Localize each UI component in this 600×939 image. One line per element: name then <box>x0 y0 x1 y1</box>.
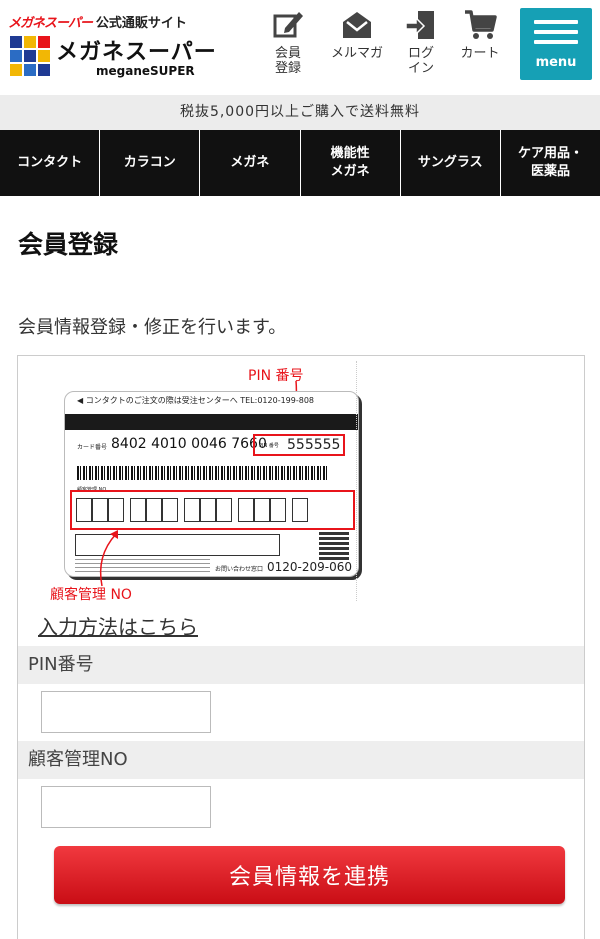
pin-label: PIN番号 <box>18 646 584 684</box>
category-care-medicine[interactable]: ケア用品・ 医薬品 <box>501 130 600 196</box>
customer-no-input[interactable] <box>41 786 211 828</box>
customer-no-label: 顧客管理NO <box>18 741 584 779</box>
category-sunglasses[interactable]: サングラス <box>401 130 501 196</box>
category-colorcon[interactable]: カラコン <box>100 130 201 196</box>
nav-mail-magazine[interactable]: メルマガ <box>322 8 392 86</box>
customer-no-arrow-icon <box>99 530 118 587</box>
logo-tagline: メガネスーパー 公式通販サイト <box>8 16 187 31</box>
link-member-info-button[interactable]: 会員情報を連携 <box>54 846 565 904</box>
nav-login[interactable]: ログ イン <box>396 8 446 86</box>
logo-name: メガネスーパー <box>56 40 217 65</box>
card-number: 8402 4010 0046 7660 <box>111 436 267 452</box>
edit-icon <box>273 12 303 38</box>
member-form: PIN 番号 ◀ コンタクトのご注文の際は受注センターへ TEL:0120-19… <box>17 355 585 939</box>
menu-button[interactable]: menu <box>520 8 592 80</box>
logo-mark-icon <box>10 36 50 76</box>
nav-member-register[interactable]: 会員 登録 <box>266 8 310 86</box>
site-logo[interactable]: メガネスーパー 公式通販サイト メガネスーパー meganeSUPER <box>8 10 228 80</box>
cart-icon <box>465 10 497 39</box>
qr-code-icon <box>319 530 349 560</box>
login-icon <box>405 11 434 39</box>
howto-link[interactable]: 入力方法はこちら <box>38 611 198 640</box>
barcode-icon <box>77 466 327 480</box>
category-functional-glasses[interactable]: 機能性 メガネ <box>301 130 401 196</box>
mail-icon <box>343 12 371 38</box>
category-nav: コンタクト カラコン メガネ 機能性 メガネ サングラス ケア用品・ 医薬品 <box>0 130 600 196</box>
pin-highlight: PIN 番号 555555 <box>253 434 345 456</box>
page-intro: 会員情報登録・修正を行います。 <box>18 317 287 338</box>
category-glasses[interactable]: メガネ <box>200 130 301 196</box>
nav-cart[interactable]: カート <box>452 8 508 86</box>
site-header: メガネスーパー 公式通販サイト メガネスーパー meganeSUPER 会員 登録… <box>0 0 600 95</box>
customer-no-highlight <box>70 490 355 530</box>
page-title: 会員登録 <box>18 230 119 259</box>
logo-sub: meganeSUPER <box>96 64 195 78</box>
card-tel: お問い合わせ窓口 0120-209-060 <box>215 560 353 574</box>
category-contact[interactable]: コンタクト <box>0 130 101 196</box>
card-illustration: PIN 番号 ◀ コンタクトのご注文の際は受注センターへ TEL:0120-19… <box>48 361 378 611</box>
hamburger-icon <box>534 20 578 50</box>
customer-no-callout: 顧客管理 NO <box>50 587 132 603</box>
shipping-notice: 税抜5,000円以上ご購入で送料無料 <box>0 95 600 130</box>
pin-input[interactable] <box>41 691 211 733</box>
